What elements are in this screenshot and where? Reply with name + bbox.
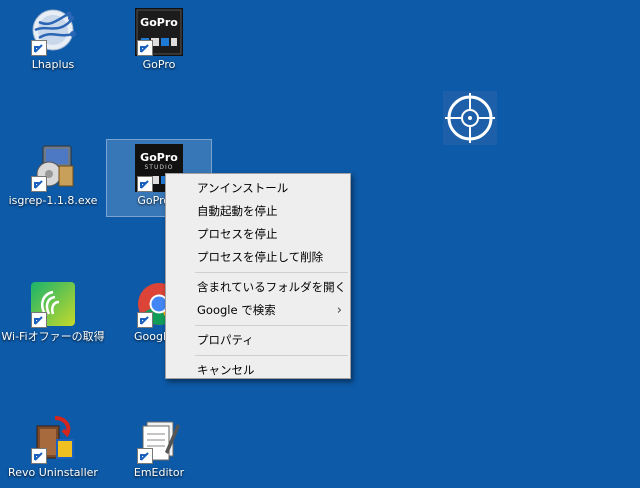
menu-item-uninstall[interactable]: アンインストール (166, 177, 350, 200)
desktop-icon-label: Revo Uninstaller (8, 466, 98, 479)
desktop-icon-lhaplus[interactable]: Lhaplus (1, 4, 105, 80)
revo-uninstaller-icon (29, 416, 77, 464)
menu-separator (195, 325, 348, 326)
desktop-icon-label: EmEditor (133, 466, 185, 479)
menu-separator (195, 355, 348, 356)
shortcut-arrow-icon (137, 312, 153, 328)
emeditor-icon (135, 416, 183, 464)
wifi-offer-icon (29, 280, 77, 328)
menu-item-stop-process[interactable]: プロセスを停止 (166, 223, 350, 246)
shortcut-arrow-icon (137, 40, 153, 56)
shortcut-arrow-icon (31, 448, 47, 464)
desktop-icon-label: isgrep-1.1.8.exe (8, 194, 98, 207)
crosshair-widget-icon[interactable] (443, 91, 497, 145)
gopro-logo-text: GoPro (140, 16, 178, 29)
desktop-icon-gopro[interactable]: GoPro GoPro (107, 4, 211, 80)
desktop-icon-isgrep[interactable]: isgrep-1.1.8.exe (1, 140, 105, 216)
menu-item-disable-autostart[interactable]: 自動起動を停止 (166, 200, 350, 223)
lhaplus-icon (29, 8, 77, 56)
desktop-icon-revo-uninstaller[interactable]: Revo Uninstaller (1, 412, 105, 488)
menu-item-google-search[interactable]: Google で検索 › (166, 299, 350, 322)
menu-item-stop-and-delete[interactable]: プロセスを停止して削除 (166, 246, 350, 269)
gopro-icon: GoPro (135, 8, 183, 56)
desktop-icon-label: Lhaplus (31, 58, 75, 71)
installer-icon (29, 144, 77, 192)
menu-item-open-folder[interactable]: 含まれているフォルダを開く (166, 276, 350, 299)
shortcut-arrow-icon (137, 448, 153, 464)
shortcut-arrow-icon (31, 312, 47, 328)
menu-separator (195, 272, 348, 273)
gopro-studio-logo-text: GoPro (140, 151, 178, 164)
submenu-arrow-icon: › (336, 303, 342, 318)
desktop-icon-emeditor[interactable]: EmEditor (107, 412, 211, 488)
desktop-icon-wifi-offer[interactable]: Wi-Fiオファーの取得 (1, 276, 105, 352)
shortcut-arrow-icon (31, 40, 47, 56)
shortcut-arrow-icon (137, 176, 153, 192)
menu-item-properties[interactable]: プロパティ (166, 329, 350, 352)
desktop-icon-label: GoPro (142, 58, 176, 71)
desktop-icon-label: Wi-Fiオファーの取得 (1, 330, 105, 343)
context-menu: アンインストール 自動起動を停止 プロセスを停止 プロセスを停止して削除 含まれ… (165, 173, 351, 379)
shortcut-arrow-icon (31, 176, 47, 192)
menu-item-cancel[interactable]: キャンセル (166, 359, 350, 382)
gopro-studio-subtext: STUDIO (144, 164, 174, 171)
